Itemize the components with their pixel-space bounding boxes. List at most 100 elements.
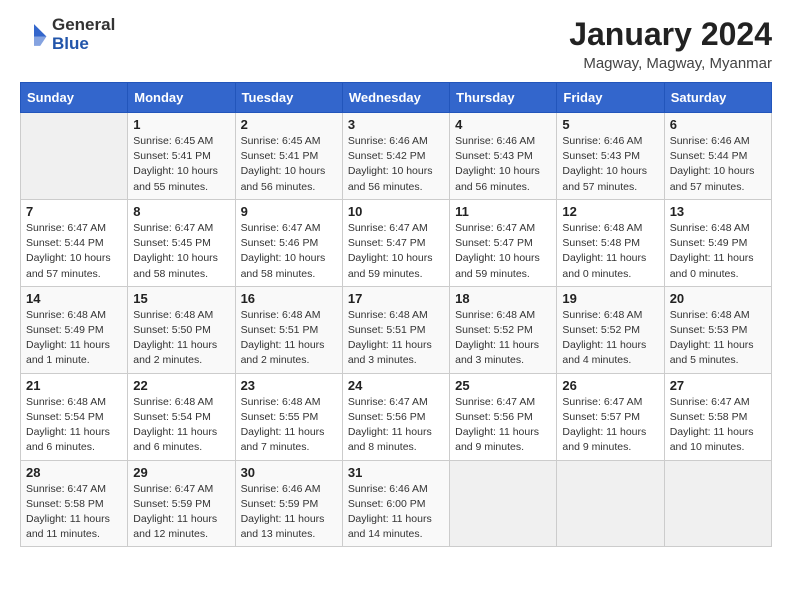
day-number: 4 (455, 117, 551, 132)
title-block: January 2024 Magway, Magway, Myanmar (569, 16, 772, 72)
day-number: 7 (26, 204, 122, 219)
day-number: 18 (455, 291, 551, 306)
day-number: 29 (133, 465, 229, 480)
day-cell (21, 113, 128, 200)
day-number: 6 (670, 117, 766, 132)
day-info: Sunrise: 6:47 AMSunset: 5:58 PMDaylight:… (670, 395, 766, 456)
day-info: Sunrise: 6:45 AMSunset: 5:41 PMDaylight:… (133, 134, 229, 195)
day-cell: 6Sunrise: 6:46 AMSunset: 5:44 PMDaylight… (664, 113, 771, 200)
day-number: 1 (133, 117, 229, 132)
day-info: Sunrise: 6:48 AMSunset: 5:48 PMDaylight:… (562, 221, 658, 282)
day-number: 27 (670, 378, 766, 393)
day-info: Sunrise: 6:47 AMSunset: 5:59 PMDaylight:… (133, 482, 229, 543)
logo-blue: Blue (52, 35, 115, 54)
day-cell: 4Sunrise: 6:46 AMSunset: 5:43 PMDaylight… (450, 113, 557, 200)
day-info: Sunrise: 6:48 AMSunset: 5:53 PMDaylight:… (670, 308, 766, 369)
week-row-0: 1 Sunrise: 6:45 AMSunset: 5:41 PMDaylight… (21, 113, 772, 200)
week-row-4: 28 Sunrise: 6:47 AMSunset: 5:58 PMDayligh… (21, 460, 772, 547)
day-cell: 21 Sunrise: 6:48 AMSunset: 5:54 PMDayligh… (21, 373, 128, 460)
header-day-sunday: Sunday (21, 83, 128, 113)
day-number: 28 (26, 465, 122, 480)
day-cell: 19 Sunrise: 6:48 AMSunset: 5:52 PMDayligh… (557, 286, 664, 373)
day-number: 9 (241, 204, 337, 219)
day-info: Sunrise: 6:46 AMSunset: 6:00 PMDaylight:… (348, 482, 444, 543)
day-cell: 1 Sunrise: 6:45 AMSunset: 5:41 PMDaylight… (128, 113, 235, 200)
calendar-title: January 2024 (569, 16, 772, 53)
day-cell: 15Sunrise: 6:48 AMSunset: 5:50 PMDayligh… (128, 286, 235, 373)
day-cell: 9 Sunrise: 6:47 AMSunset: 5:46 PMDaylight… (235, 199, 342, 286)
day-cell: 20Sunrise: 6:48 AMSunset: 5:53 PMDayligh… (664, 286, 771, 373)
day-cell: 16Sunrise: 6:48 AMSunset: 5:51 PMDayligh… (235, 286, 342, 373)
week-row-3: 21 Sunrise: 6:48 AMSunset: 5:54 PMDayligh… (21, 373, 772, 460)
day-number: 19 (562, 291, 658, 306)
day-cell: 18 Sunrise: 6:48 AMSunset: 5:52 PMDayligh… (450, 286, 557, 373)
day-cell (557, 460, 664, 547)
day-number: 5 (562, 117, 658, 132)
day-info: Sunrise: 6:48 AMSunset: 5:55 PMDaylight:… (241, 395, 337, 456)
day-number: 12 (562, 204, 658, 219)
day-cell: 5 Sunrise: 6:46 AMSunset: 5:43 PMDaylight… (557, 113, 664, 200)
day-cell: 13Sunrise: 6:48 AMSunset: 5:49 PMDayligh… (664, 199, 771, 286)
day-info: Sunrise: 6:47 AMSunset: 5:44 PMDaylight:… (26, 221, 122, 282)
header-day-monday: Monday (128, 83, 235, 113)
day-info: Sunrise: 6:47 AMSunset: 5:57 PMDaylight:… (562, 395, 658, 456)
generalblue-logo-icon (20, 21, 48, 49)
day-cell: 26 Sunrise: 6:47 AMSunset: 5:57 PMDayligh… (557, 373, 664, 460)
header-row: SundayMondayTuesdayWednesdayThursdayFrid… (21, 83, 772, 113)
day-info: Sunrise: 6:48 AMSunset: 5:54 PMDaylight:… (26, 395, 122, 456)
day-number: 10 (348, 204, 444, 219)
day-info: Sunrise: 6:48 AMSunset: 5:52 PMDaylight:… (455, 308, 551, 369)
calendar-body: 1 Sunrise: 6:45 AMSunset: 5:41 PMDaylight… (21, 113, 772, 547)
day-cell: 14 Sunrise: 6:48 AMSunset: 5:49 PMDayligh… (21, 286, 128, 373)
header-day-friday: Friday (557, 83, 664, 113)
day-info: Sunrise: 6:47 AMSunset: 5:45 PMDaylight:… (133, 221, 229, 282)
day-cell: 30Sunrise: 6:46 AMSunset: 5:59 PMDayligh… (235, 460, 342, 547)
day-cell: 23Sunrise: 6:48 AMSunset: 5:55 PMDayligh… (235, 373, 342, 460)
day-number: 22 (133, 378, 229, 393)
day-cell: 24Sunrise: 6:47 AMSunset: 5:56 PMDayligh… (342, 373, 449, 460)
day-number: 24 (348, 378, 444, 393)
day-info: Sunrise: 6:47 AMSunset: 5:47 PMDaylight:… (455, 221, 551, 282)
day-info: Sunrise: 6:48 AMSunset: 5:51 PMDaylight:… (348, 308, 444, 369)
day-cell: 31 Sunrise: 6:46 AMSunset: 6:00 PMDayligh… (342, 460, 449, 547)
day-number: 25 (455, 378, 551, 393)
day-info: Sunrise: 6:48 AMSunset: 5:52 PMDaylight:… (562, 308, 658, 369)
header-day-tuesday: Tuesday (235, 83, 342, 113)
header: General Blue January 2024 Magway, Magway… (20, 16, 772, 72)
day-cell: 17 Sunrise: 6:48 AMSunset: 5:51 PMDayligh… (342, 286, 449, 373)
day-number: 3 (348, 117, 444, 132)
day-number: 2 (241, 117, 337, 132)
header-day-wednesday: Wednesday (342, 83, 449, 113)
day-number: 30 (241, 465, 337, 480)
day-cell (450, 460, 557, 547)
day-number: 14 (26, 291, 122, 306)
day-number: 16 (241, 291, 337, 306)
day-info: Sunrise: 6:48 AMSunset: 5:49 PMDaylight:… (26, 308, 122, 369)
day-number: 21 (26, 378, 122, 393)
day-cell: 2Sunrise: 6:45 AMSunset: 5:41 PMDaylight… (235, 113, 342, 200)
calendar-table: SundayMondayTuesdayWednesdayThursdayFrid… (20, 82, 772, 547)
day-info: Sunrise: 6:46 AMSunset: 5:43 PMDaylight:… (562, 134, 658, 195)
day-cell: 3Sunrise: 6:46 AMSunset: 5:42 PMDaylight… (342, 113, 449, 200)
day-number: 17 (348, 291, 444, 306)
day-cell: 29 Sunrise: 6:47 AMSunset: 5:59 PMDayligh… (128, 460, 235, 547)
day-info: Sunrise: 6:47 AMSunset: 5:58 PMDaylight:… (26, 482, 122, 543)
day-info: Sunrise: 6:48 AMSunset: 5:54 PMDaylight:… (133, 395, 229, 456)
header-day-saturday: Saturday (664, 83, 771, 113)
day-number: 26 (562, 378, 658, 393)
day-info: Sunrise: 6:47 AMSunset: 5:56 PMDaylight:… (455, 395, 551, 456)
header-day-thursday: Thursday (450, 83, 557, 113)
day-number: 13 (670, 204, 766, 219)
week-row-2: 14 Sunrise: 6:48 AMSunset: 5:49 PMDayligh… (21, 286, 772, 373)
logo-general: General (52, 16, 115, 35)
day-cell: 7 Sunrise: 6:47 AMSunset: 5:44 PMDaylight… (21, 199, 128, 286)
day-cell: 12 Sunrise: 6:48 AMSunset: 5:48 PMDayligh… (557, 199, 664, 286)
day-info: Sunrise: 6:47 AMSunset: 5:46 PMDaylight:… (241, 221, 337, 282)
day-number: 31 (348, 465, 444, 480)
day-cell: 25 Sunrise: 6:47 AMSunset: 5:56 PMDayligh… (450, 373, 557, 460)
day-info: Sunrise: 6:47 AMSunset: 5:47 PMDaylight:… (348, 221, 444, 282)
day-cell: 11Sunrise: 6:47 AMSunset: 5:47 PMDayligh… (450, 199, 557, 286)
calendar-subtitle: Magway, Magway, Myanmar (569, 55, 772, 72)
day-cell: 27 Sunrise: 6:47 AMSunset: 5:58 PMDayligh… (664, 373, 771, 460)
day-cell: 22 Sunrise: 6:48 AMSunset: 5:54 PMDayligh… (128, 373, 235, 460)
